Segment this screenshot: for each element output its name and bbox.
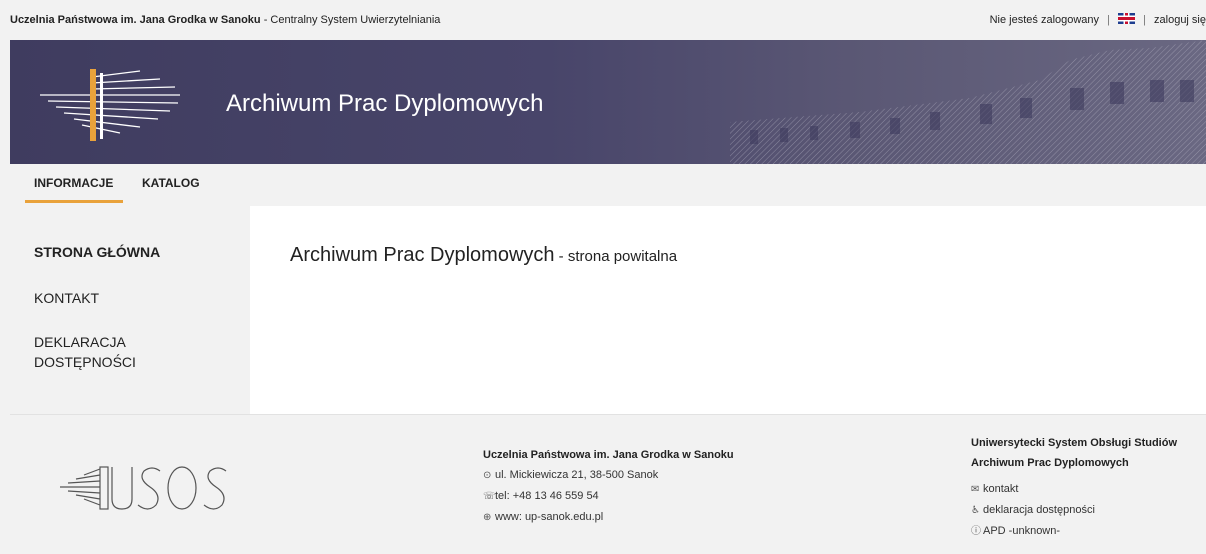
login-status: Nie jesteś zalogowany [989,14,1100,26]
divider: | [1143,14,1146,26]
footer-uni-name: Uczelnia Państwowa im. Jana Grodka w San… [483,449,734,461]
login-link[interactable]: zaloguj się [1154,14,1206,26]
sidebar-item-strona-glowna[interactable]: STRONA GŁÓWNA [34,242,160,262]
university-name: Uczelnia Państwowa im. Jana Grodka w San… [10,14,261,26]
banner-title: Archiwum Prac Dyplomowych [226,90,544,117]
divider: | [1107,14,1110,26]
globe-icon: ⊕ [483,512,492,523]
footer-address: ul. Mickiewicza 21, 38-500 Sanok [495,469,659,481]
apd-logo-icon[interactable] [30,57,190,147]
info-icon: ⓘ [971,526,981,537]
page-title-main: Archiwum Prac Dyplomowych [290,244,555,266]
sidebar: STRONA GŁÓWNA KONTAKT DEKLARACJA DOSTĘPN… [10,206,250,414]
footer-accessibility-link[interactable]: deklaracja dostępności [983,504,1095,516]
accessibility-icon: ♿ [971,505,980,516]
topbar-separator: - [260,14,271,26]
login-area: Nie jesteś zalogowany | | zaloguj się [990,0,1206,40]
footer-system-name: Uniwersytecki System Obsługi Studiów [971,437,1177,449]
tab-katalog[interactable]: KATALOG [142,176,200,190]
building-image [730,40,1206,164]
footer-phone[interactable]: tel: +48 13 46 559 54 [495,490,599,502]
location-icon: ⊙ [483,470,492,481]
sidebar-item-kontakt[interactable]: KONTAKT [34,288,99,308]
footer: Uczelnia Państwowa im. Jana Grodka w San… [10,414,1206,554]
banner: Archiwum Prac Dyplomowych [10,40,1206,164]
footer-uni-info: Uczelnia Państwowa im. Jana Grodka w San… [483,445,734,528]
footer-www[interactable]: www: up-sanok.edu.pl [495,511,603,523]
page-title: Archiwum Prac Dyplomowych - strona powit… [290,244,677,267]
tab-informacje[interactable]: INFORMACJE [24,176,124,203]
main-content: Archiwum Prac Dyplomowych - strona powit… [250,206,1206,414]
top-bar: Uczelnia Państwowa im. Jana Grodka w San… [0,0,1206,40]
main-nav: INFORMACJE KATALOG [10,164,1206,206]
footer-version: APD -unknown- [983,525,1061,537]
uk-flag-icon[interactable] [1118,13,1136,24]
usos-logo-icon[interactable] [60,457,240,517]
system-name: Centralny System Uwierzytelniania [270,14,441,26]
page-subtitle: - strona powitalna [554,248,678,265]
phone-icon: ☏ [483,491,496,502]
footer-app-name: Archiwum Prac Dyplomowych [971,457,1129,469]
sidebar-item-deklaracja[interactable]: DEKLARACJA DOSTĘPNOŚCI [34,332,174,372]
mail-icon: ✉ [971,484,980,495]
footer-contact-link[interactable]: kontakt [983,483,1018,495]
footer-system-info: Uniwersytecki System Obsługi Studiów Arc… [971,433,1177,542]
